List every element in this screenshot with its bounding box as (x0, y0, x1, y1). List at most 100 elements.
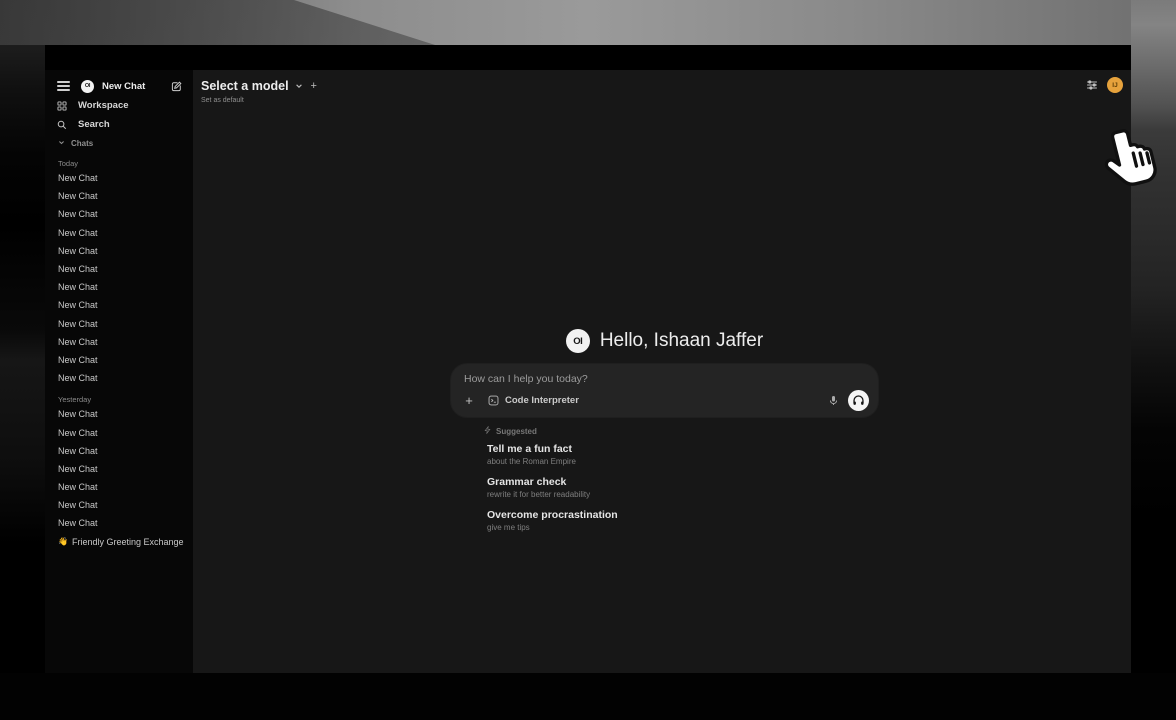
composer-toolbar: + Code Interpreter (462, 389, 869, 411)
message-composer[interactable]: How can I help you today? + Code Interpr… (451, 364, 878, 417)
suggestion-item[interactable]: Tell me a fun fact about the Roman Empir… (487, 443, 878, 467)
suggested-header: Suggested (484, 426, 878, 436)
chat-list-yesterday: New Chat New Chat New Chat New Chat (45, 405, 193, 532)
chat-list-item[interactable]: New Chat (45, 351, 193, 369)
chat-item-label: New Chat (58, 173, 98, 183)
composer-input[interactable]: How can I help you today? (464, 373, 588, 385)
openwebui-logo-icon: OI (81, 80, 94, 93)
sidebar-title: New Chat (102, 81, 145, 92)
chat-item-label: New Chat (58, 191, 98, 201)
chat-item-label: New Chat (58, 246, 98, 256)
suggestion-title: Tell me a fun fact (487, 443, 878, 456)
chat-list-item[interactable]: New Chat (45, 514, 193, 532)
sidebar-nav: Workspace Search (45, 96, 193, 134)
new-chat-pencil-icon[interactable] (171, 81, 182, 92)
microphone-icon[interactable] (828, 395, 839, 406)
chat-item-label: New Chat (58, 355, 98, 365)
desktop-background-right (1131, 0, 1176, 675)
headphones-icon (852, 394, 865, 407)
code-interpreter-toggle[interactable]: Code Interpreter (488, 395, 579, 406)
suggestion-list: Tell me a fun fact about the Roman Empir… (487, 443, 878, 533)
model-selector-block: Select a model + Set as default (201, 79, 317, 104)
chat-item-label: New Chat (58, 500, 98, 510)
greeting-row: OI Hello, Ishaan Jaffer (451, 326, 878, 356)
chat-item-label: New Chat (58, 282, 98, 292)
app-window: OI New Chat Wo (45, 45, 1131, 673)
sidebar-item-search[interactable]: Search (45, 115, 193, 134)
chat-item-label: New Chat (58, 409, 98, 419)
code-interpreter-icon (488, 395, 499, 406)
chat-item-label: Friendly Greeting Exchange (72, 537, 184, 547)
chat-list-item[interactable]: New Chat (45, 333, 193, 351)
wave-emoji-icon: 👋 (58, 537, 68, 546)
chat-list-item-friendly-greeting[interactable]: 👋 Friendly Greeting Exchange (45, 533, 193, 551)
set-as-default-link[interactable]: Set as default (201, 97, 317, 104)
chat-item-label: New Chat (58, 264, 98, 274)
chat-item-label: New Chat (58, 464, 98, 474)
chat-list-item[interactable]: New Chat (45, 478, 193, 496)
chat-list-item[interactable]: New Chat (45, 260, 193, 278)
bolt-icon (484, 426, 491, 436)
chat-list-item[interactable]: New Chat (45, 169, 193, 187)
chat-list-item[interactable]: New Chat (45, 242, 193, 260)
voice-call-button[interactable] (848, 390, 869, 411)
sidebar-header: OI New Chat (45, 78, 193, 94)
center-column: OI Hello, Ishaan Jaffer How can I help y… (451, 326, 878, 542)
chat-list-item[interactable]: New Chat (45, 442, 193, 460)
suggestion-item[interactable]: Grammar check rewrite it for better read… (487, 476, 878, 500)
chat-list-today: New Chat New Chat New Chat New Chat (45, 169, 193, 387)
sidebar-toggle-icon[interactable] (57, 81, 70, 91)
attach-plus-button[interactable]: + (462, 394, 476, 407)
chat-list-item[interactable]: New Chat (45, 315, 193, 333)
chat-list-item[interactable]: New Chat (45, 369, 193, 387)
user-avatar[interactable]: IJ (1107, 77, 1123, 93)
chat-item-label: New Chat (58, 446, 98, 456)
desktop-background-left (0, 45, 45, 673)
chevron-down-icon (58, 139, 65, 148)
chat-list-item[interactable]: New Chat (45, 496, 193, 514)
chat-list-item[interactable]: New Chat (45, 423, 193, 441)
window-top-strip (45, 45, 1131, 70)
controls-sliders-icon[interactable] (1086, 79, 1098, 91)
chat-list-item[interactable]: New Chat (45, 296, 193, 314)
chat-item-label: New Chat (58, 300, 98, 310)
chat-item-label: New Chat (58, 209, 98, 219)
desktop-background-bottom (0, 673, 1176, 720)
chat-item-label: New Chat (58, 428, 98, 438)
openwebui-logo-icon: OI (566, 329, 590, 353)
suggestion-title: Grammar check (487, 476, 878, 489)
chat-item-label: New Chat (58, 228, 98, 238)
chat-list-item[interactable]: New Chat (45, 224, 193, 242)
chat-group-label-yesterday: Yesterday (45, 393, 193, 405)
chat-group-label-today: Today (45, 157, 193, 169)
chat-list-item[interactable]: New Chat (45, 460, 193, 478)
chats-section-label: Chats (71, 139, 93, 148)
sidebar: OI New Chat Wo (45, 70, 193, 673)
chat-list-item[interactable]: New Chat (45, 278, 193, 296)
chats-section-toggle[interactable]: Chats (45, 138, 193, 148)
chat-item-label: New Chat (58, 337, 98, 347)
desktop-background-top (0, 0, 1176, 45)
model-selector[interactable]: Select a model + (201, 79, 317, 93)
suggestion-item[interactable]: Overcome procrastination give me tips (487, 509, 878, 533)
chevron-down-icon (295, 82, 303, 90)
search-icon (57, 120, 67, 130)
suggestion-subtitle: give me tips (487, 523, 878, 533)
model-selector-label: Select a model (201, 79, 289, 93)
suggestion-title: Overcome procrastination (487, 509, 878, 522)
workspace-grid-icon (57, 101, 67, 111)
search-label: Search (78, 119, 110, 130)
chat-item-label: New Chat (58, 319, 98, 329)
chat-list-item[interactable]: New Chat (45, 405, 193, 423)
workspace-label: Workspace (78, 100, 129, 111)
main-area: Select a model + Set as default (193, 70, 1131, 673)
suggested-label: Suggested (496, 427, 537, 436)
chat-list-item[interactable]: New Chat (45, 205, 193, 223)
chat-item-label: New Chat (58, 373, 98, 383)
header-actions: IJ (1086, 77, 1123, 93)
chat-item-label: New Chat (58, 482, 98, 492)
greeting-text: Hello, Ishaan Jaffer (600, 330, 763, 352)
add-model-button[interactable]: + (311, 80, 317, 92)
sidebar-item-workspace[interactable]: Workspace (45, 96, 193, 115)
chat-list-item[interactable]: New Chat (45, 187, 193, 205)
